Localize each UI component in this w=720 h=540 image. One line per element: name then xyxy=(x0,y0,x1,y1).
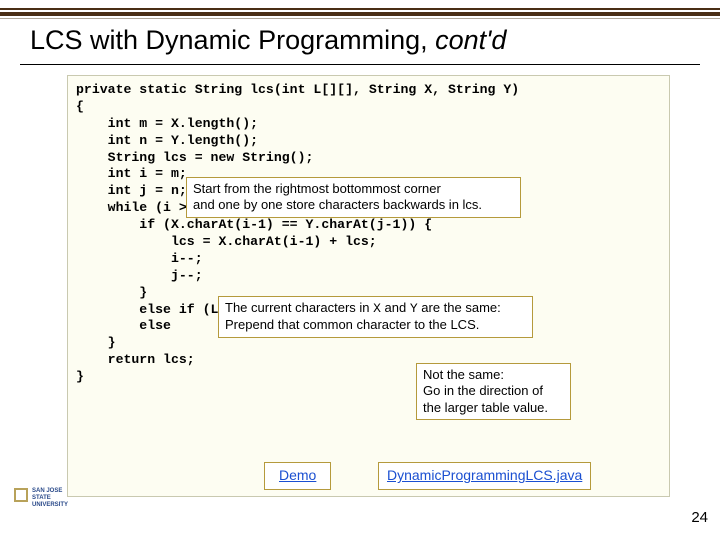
logo-text: SAN JOSE STATEUNIVERSITY xyxy=(32,488,68,509)
code-line: return lcs; xyxy=(76,352,661,369)
code-line: private static String lcs(int L[][], Str… xyxy=(76,82,661,99)
code-line: } xyxy=(76,369,661,386)
code-line: int m = X.length(); xyxy=(76,116,661,133)
note-text: the larger table value. xyxy=(423,400,548,415)
note-text: The current characters in xyxy=(225,300,373,315)
note-text: and one by one store characters backward… xyxy=(193,197,482,212)
note-code: X xyxy=(373,301,381,316)
code-line: i--; xyxy=(76,251,661,268)
annotation-start-corner: Start from the rightmost bottommost corn… xyxy=(186,177,521,218)
title-italic: cont'd xyxy=(435,25,506,55)
note-code: Y xyxy=(410,301,418,316)
code-line: if (X.charAt(i-1) == Y.charAt(j-1)) { xyxy=(76,217,661,234)
annotation-not-same: Not the same: Go in the direction of the… xyxy=(416,363,571,420)
code-line: j--; xyxy=(76,268,661,285)
code-line: String lcs = new String(); xyxy=(76,150,661,167)
note-text: Prepend that common character to the LCS… xyxy=(225,317,479,332)
code-block: private static String lcs(int L[][], Str… xyxy=(67,75,670,497)
note-text: are the same: xyxy=(418,300,501,315)
annotation-same-char: The current characters in X and Y are th… xyxy=(218,296,533,338)
title-wrap: LCS with Dynamic Programming, cont'd xyxy=(0,19,720,60)
title-text: LCS with Dynamic Programming, xyxy=(30,25,435,55)
code-line: lcs = X.charAt(i-1) + lcs; xyxy=(76,234,661,251)
note-text: Start from the rightmost bottommost corn… xyxy=(193,181,441,196)
note-text: Not the same: xyxy=(423,367,504,382)
top-rules xyxy=(0,0,720,19)
source-link[interactable]: DynamicProgrammingLCS.java xyxy=(378,462,591,490)
note-text: Go in the direction of xyxy=(423,383,543,398)
sjsu-logo: SAN JOSE STATEUNIVERSITY xyxy=(14,488,64,528)
note-text: and xyxy=(381,300,410,315)
page-number: 24 xyxy=(691,509,708,526)
logo-square-icon xyxy=(14,488,28,502)
title-underline xyxy=(20,64,700,65)
demo-button[interactable]: Demo xyxy=(264,462,331,490)
code-line: { xyxy=(76,99,661,116)
code-line: } xyxy=(76,335,661,352)
page-title: LCS with Dynamic Programming, cont'd xyxy=(30,25,690,56)
code-line: int n = Y.length(); xyxy=(76,133,661,150)
